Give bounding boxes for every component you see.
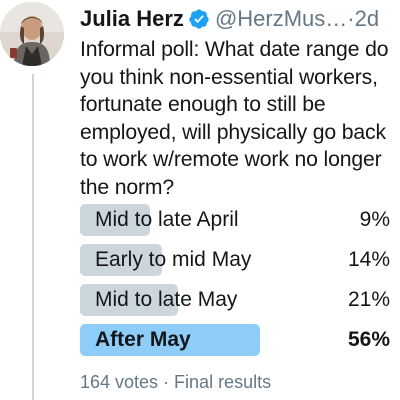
tweet-time[interactable]: 2d — [355, 4, 379, 34]
poll: Mid to late April 9% Early to mid May 14… — [80, 204, 390, 364]
author-handle[interactable]: @HerzMus… — [215, 4, 347, 34]
avatar-image — [0, 2, 64, 66]
poll-option: After May 56% — [80, 324, 390, 356]
time-separator: · — [347, 6, 355, 31]
poll-option: Mid to late May 21% — [80, 284, 390, 316]
avatar[interactable] — [0, 2, 64, 66]
poll-footer: 164 votes · Final results — [80, 372, 272, 392]
poll-option-label: After May — [95, 328, 191, 351]
tweet: Julia Herz @HerzMus… · 2d Informal poll:… — [0, 0, 400, 400]
poll-option-label: Mid to late May — [95, 288, 238, 311]
poll-option: Early to mid May 14% — [80, 244, 390, 276]
poll-option-label: Mid to late April — [95, 208, 239, 231]
poll-option-percent: 21% — [347, 288, 390, 311]
verified-badge-icon — [189, 9, 209, 29]
poll-option-percent: 14% — [347, 248, 390, 271]
tweet-header: Julia Herz @HerzMus… · 2d — [80, 4, 398, 34]
poll-option-percent: 56% — [347, 328, 390, 351]
tweet-text: Informal poll: What date range do you th… — [80, 38, 389, 199]
poll-option-label: Early to mid May — [95, 248, 252, 271]
poll-option: Mid to late April 9% — [80, 204, 390, 236]
author-name[interactable]: Julia Herz — [80, 4, 184, 34]
poll-option-percent: 9% — [359, 208, 390, 231]
thread-line — [32, 74, 34, 400]
